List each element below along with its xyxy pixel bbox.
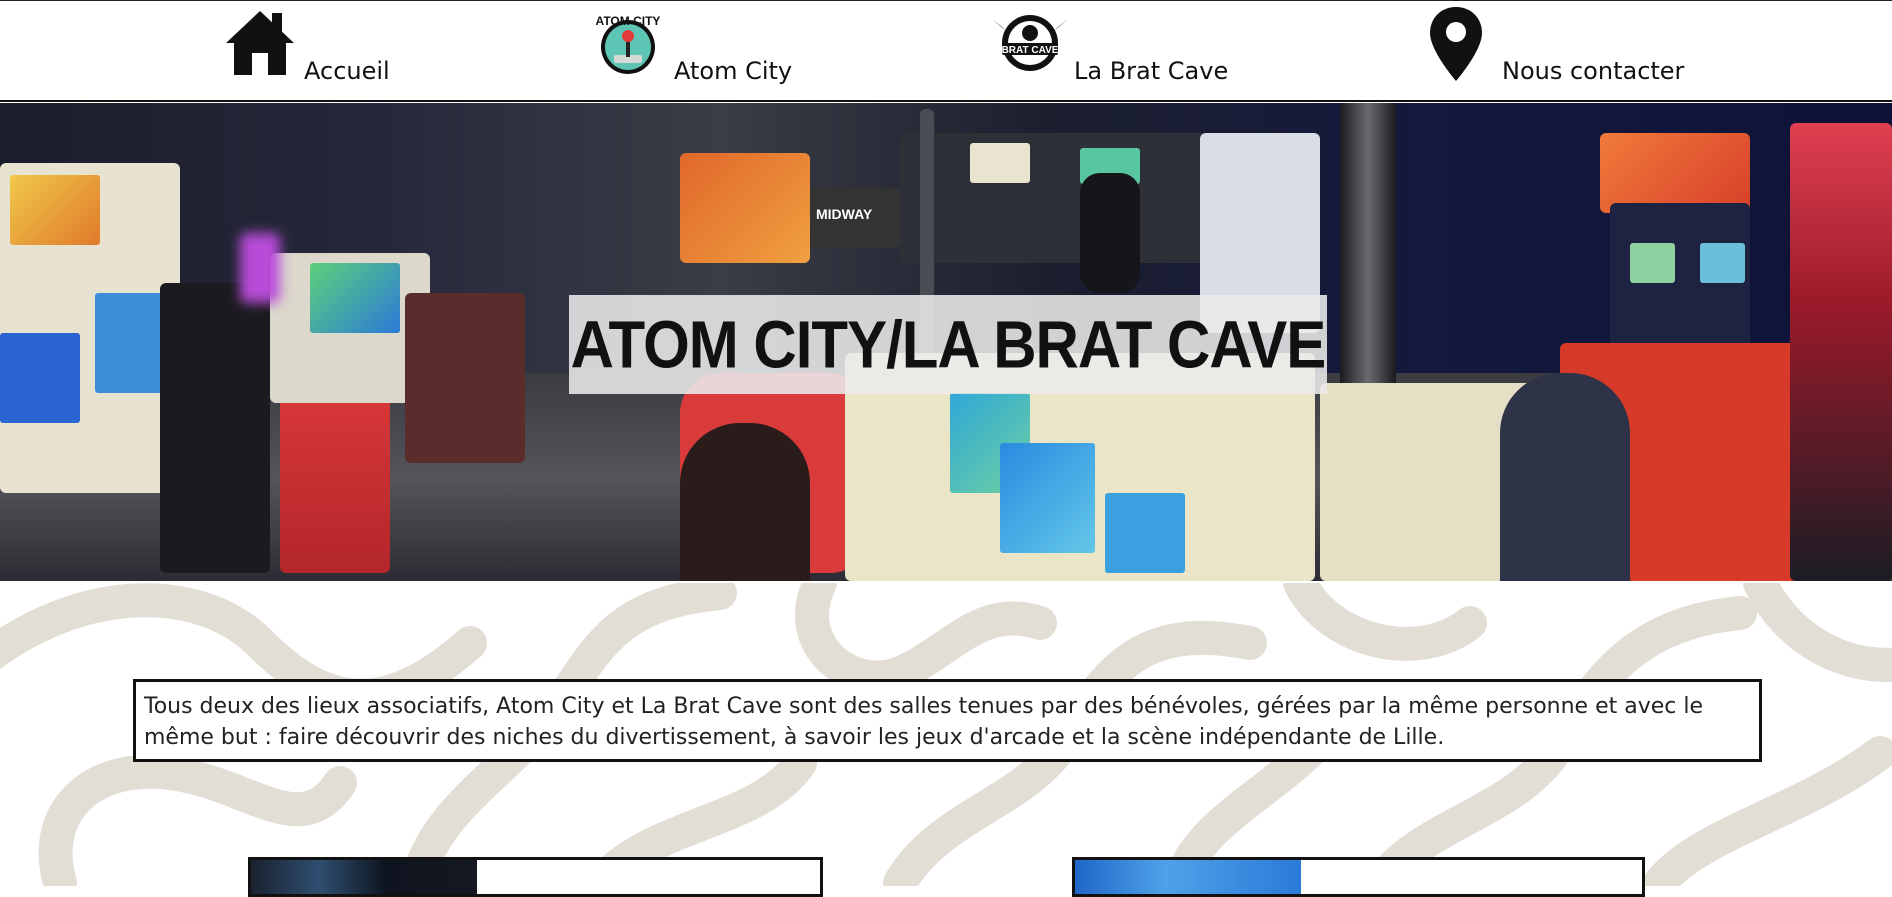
top-navigation: Accueil ATOM CITY Atom City BRAT CAVE La…	[0, 0, 1892, 102]
visitor-silhouette	[1080, 173, 1140, 293]
svg-text:ATOM CITY: ATOM CITY	[596, 14, 661, 28]
cabinet-screen	[95, 293, 165, 393]
nav-label-nous-contacter: Nous contacter	[1502, 57, 1685, 85]
neon-light	[240, 233, 280, 303]
nav-label-accueil: Accueil	[304, 57, 390, 85]
atom-city-card[interactable]	[248, 857, 823, 897]
cabinet-screen	[310, 263, 400, 333]
hero-title-box: ATOM CITY/LA BRAT CAVE	[569, 295, 1327, 394]
svg-text:BRAT CAVE: BRAT CAVE	[1002, 45, 1059, 56]
cabinet-screen	[1000, 443, 1095, 553]
arcade-cabinet	[680, 153, 810, 263]
nav-label-atom-city: Atom City	[674, 57, 793, 85]
cabinet-marquee	[1600, 133, 1750, 213]
wooden-chair	[405, 293, 525, 463]
nav-item-nous-contacter[interactable]: Nous contacter	[1424, 1, 1684, 101]
intro-description: Tous deux des lieux associatifs, Atom Ci…	[133, 679, 1762, 762]
cabinet-screen	[1700, 243, 1745, 283]
visitor-silhouette	[680, 423, 810, 581]
map-pin-icon	[1430, 7, 1482, 81]
cabinet-screen	[1105, 493, 1185, 573]
nav-item-atom-city[interactable]: ATOM CITY Atom City	[590, 1, 810, 101]
hero-title: ATOM CITY/LA BRAT CAVE	[570, 306, 1327, 383]
midway-sign: MIDWAY	[816, 206, 873, 222]
hero-banner: MIDWAY ATOM CITY/LA BRAT CAVE	[0, 103, 1892, 581]
arcade-cabinet: MIDWAY	[810, 188, 900, 248]
atom-city-logo: ATOM CITY	[596, 14, 661, 74]
brat-cave-logo: BRAT CAVE	[992, 15, 1068, 71]
atom-city-card-image	[251, 860, 477, 894]
arcade-cabinet	[1790, 123, 1892, 581]
brat-cave-card[interactable]	[1072, 857, 1645, 897]
brat-cave-card-image	[1075, 860, 1301, 894]
nav-item-accueil[interactable]: Accueil	[222, 1, 402, 101]
cabinet-screen	[1630, 243, 1675, 283]
visitor-silhouette	[160, 283, 270, 573]
nav-item-la-brat-cave[interactable]: BRAT CAVE La Brat Cave	[988, 1, 1228, 101]
nav-label-la-brat-cave: La Brat Cave	[1074, 57, 1229, 85]
cabinet-marquee	[10, 175, 100, 245]
cabinet-screen	[0, 333, 80, 423]
cabinet-marquee	[970, 143, 1030, 183]
home-icon	[226, 11, 294, 75]
visitor-silhouette	[1500, 373, 1630, 581]
arcade-row	[900, 133, 1230, 263]
